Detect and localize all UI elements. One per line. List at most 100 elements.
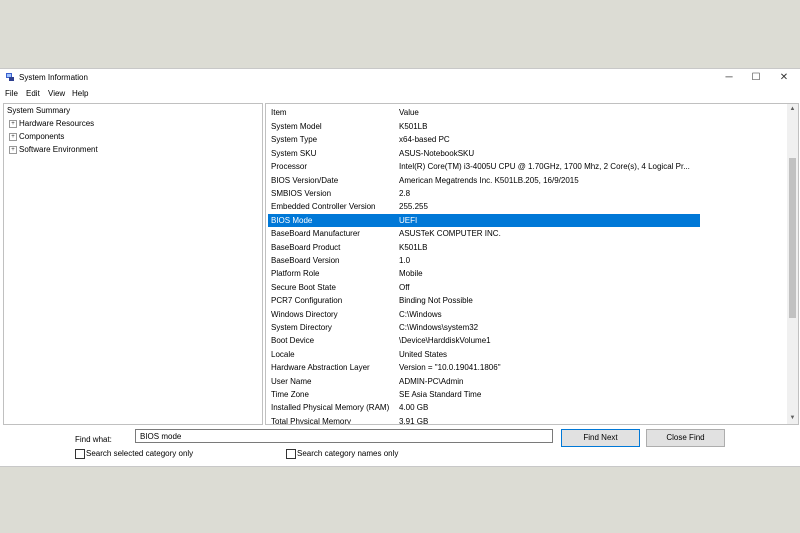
table-row[interactable]: BaseBoard Version 1.0 (268, 254, 700, 267)
window-title: System Information (19, 73, 88, 82)
row-item-value: K501LB (399, 122, 428, 131)
row-item-name: BaseBoard Manufacturer (271, 229, 360, 239)
table-row[interactable]: BIOS Version/Date American Megatrends Inc… (268, 174, 700, 187)
table-row[interactable]: User Name ADMIN-PC\Admin (268, 375, 700, 388)
row-item-value: Intel(R) Core(TM) i3-4005U CPU @ 1.70GHz… (399, 162, 690, 172)
find-input[interactable] (135, 429, 553, 443)
row-item-value: American Megatrends Inc. K501LB.205, 16/… (399, 175, 579, 185)
row-item-name: Embedded Controller Version (271, 202, 376, 212)
table-row[interactable]: Installed Physical Memory (RAM) 4.00 GB (268, 401, 700, 414)
scroll-down-icon[interactable]: ▼ (787, 413, 798, 424)
row-item-value: \Device\HarddiskVolume1 (399, 336, 491, 346)
table-row[interactable]: BaseBoard Manufacturer ASUSTeK COMPUTER I… (268, 227, 700, 240)
table-row[interactable]: System Directory C:\Windows\system32 (268, 321, 700, 334)
column-header-value[interactable]: Value (399, 108, 419, 117)
table-row[interactable]: Windows Directory C:\Windows (268, 308, 700, 321)
row-item-value: C:\Windows (399, 309, 442, 319)
close-find-button[interactable]: Close Find (646, 429, 725, 447)
search-selected-category-checkbox[interactable] (75, 449, 85, 459)
scroll-thumb[interactable] (789, 158, 796, 318)
find-what-label: Find what: (75, 435, 112, 444)
row-item-value: ASUS-NotebookSKU (399, 148, 475, 158)
system-information-icon (6, 73, 14, 81)
row-item-name: Hardware Abstraction Layer (271, 363, 370, 373)
table-row[interactable]: Platform Role Mobile (268, 267, 700, 280)
table-row[interactable]: Time Zone SE Asia Standard Time (268, 388, 700, 401)
row-item-name: Locale (271, 349, 295, 359)
table-row[interactable]: Hardware Abstraction Layer Version = "10.… (268, 361, 700, 374)
row-item-value: 3.91 GB (399, 416, 429, 425)
find-bar: Find what: Find Next Close Find Search s… (0, 425, 800, 465)
row-item-name: Platform Role (271, 269, 320, 279)
menu-file[interactable]: File (5, 89, 18, 98)
menu-bar: File Edit View Help (0, 88, 800, 101)
search-selected-category-label: Search selected category only (86, 449, 194, 458)
category-tree: System Summary + Hardware Resources + Co… (3, 103, 263, 425)
tree-item-components[interactable]: Components (19, 132, 64, 141)
row-item-name: BaseBoard Version (271, 256, 340, 265)
row-item-value: x64-based PC (399, 135, 450, 145)
row-item-value: ASUSTeK COMPUTER INC. (399, 229, 501, 239)
table-row[interactable]: System SKU ASUS-NotebookSKU (268, 147, 700, 160)
row-item-name: Processor (271, 162, 308, 172)
menu-help[interactable]: Help (72, 89, 88, 98)
table-row[interactable]: Embedded Controller Version 255.255 (268, 200, 700, 213)
search-category-names-checkbox[interactable] (286, 449, 296, 459)
row-item-value: 255.255 (399, 202, 428, 212)
maximize-button[interactable]: ☐ (743, 69, 769, 87)
table-row[interactable]: PCR7 Configuration Binding Not Possible (268, 294, 700, 307)
table-row[interactable]: BIOS Mode UEFI (268, 213, 700, 227)
row-item-value: Version = "10.0.19041.1806" (399, 363, 501, 373)
row-item-name: System Directory (271, 323, 332, 332)
details-list: Item Value System Model K501LB System Type… (265, 103, 799, 425)
table-row[interactable]: Boot Device \Device\HarddiskVolume1 (268, 334, 700, 347)
row-item-value: UEFI (399, 215, 418, 225)
row-item-name: SMBIOS Version (271, 189, 332, 198)
row-item-value: United States (399, 349, 448, 359)
tree-item-system-summary[interactable]: System Summary (7, 106, 70, 115)
row-item-name: BIOS Mode (271, 215, 313, 225)
row-item-name: Total Physical Memory (271, 416, 352, 425)
row-item-name: PCR7 Configuration (271, 296, 343, 306)
vertical-scrollbar[interactable]: ▲ ▼ (787, 104, 798, 424)
row-item-value: 2.8 (399, 189, 411, 198)
title-bar: System Information ─ ☐ ✕ (0, 69, 800, 87)
table-row[interactable]: Secure Boot State Off (268, 281, 700, 294)
row-item-name: System Model (271, 122, 322, 131)
row-item-value: ADMIN-PC\Admin (399, 376, 464, 386)
find-next-button[interactable]: Find Next (561, 429, 640, 447)
table-row[interactable]: Total Physical Memory 3.91 GB (268, 415, 700, 425)
row-item-value: Off (399, 282, 410, 292)
row-item-name: Time Zone (271, 390, 309, 399)
row-item-name: System Type (271, 135, 318, 145)
row-item-name: BIOS Version/Date (271, 175, 339, 185)
menu-edit[interactable]: Edit (26, 89, 40, 98)
expand-icon[interactable]: + (9, 146, 17, 154)
row-item-name: Windows Directory (271, 309, 338, 319)
scroll-up-icon[interactable]: ▲ (787, 104, 798, 115)
row-item-value: Binding Not Possible (399, 296, 473, 306)
tree-item-hardware-resources[interactable]: Hardware Resources (19, 119, 94, 128)
table-row[interactable]: BaseBoard Product K501LB (268, 241, 700, 254)
table-row[interactable]: Processor Intel(R) Core(TM) i3-4005U CPU … (268, 160, 700, 173)
row-item-name: Installed Physical Memory (RAM) (271, 403, 390, 413)
row-item-name: Secure Boot State (271, 282, 336, 292)
row-item-value: C:\Windows\system32 (399, 323, 479, 332)
row-item-value: SE Asia Standard Time (399, 390, 482, 399)
row-item-value: 4.00 GB (399, 403, 429, 413)
row-item-value: 1.0 (399, 256, 411, 265)
list-header: Item Value (268, 106, 700, 119)
row-item-value: Mobile (399, 269, 423, 279)
expand-icon[interactable]: + (9, 120, 17, 128)
table-row[interactable]: System Type x64-based PC (268, 133, 700, 146)
expand-icon[interactable]: + (9, 133, 17, 141)
close-button[interactable]: ✕ (771, 69, 797, 87)
menu-view[interactable]: View (48, 89, 65, 98)
tree-item-software-environment[interactable]: Software Environment (19, 145, 98, 154)
table-row[interactable]: Locale United States (268, 348, 700, 361)
column-header-item[interactable]: Item (271, 108, 287, 117)
row-item-name: Boot Device (271, 336, 315, 346)
table-row[interactable]: SMBIOS Version 2.8 (268, 187, 700, 200)
minimize-button[interactable]: ─ (716, 69, 742, 87)
table-row[interactable]: System Model K501LB (268, 120, 700, 133)
